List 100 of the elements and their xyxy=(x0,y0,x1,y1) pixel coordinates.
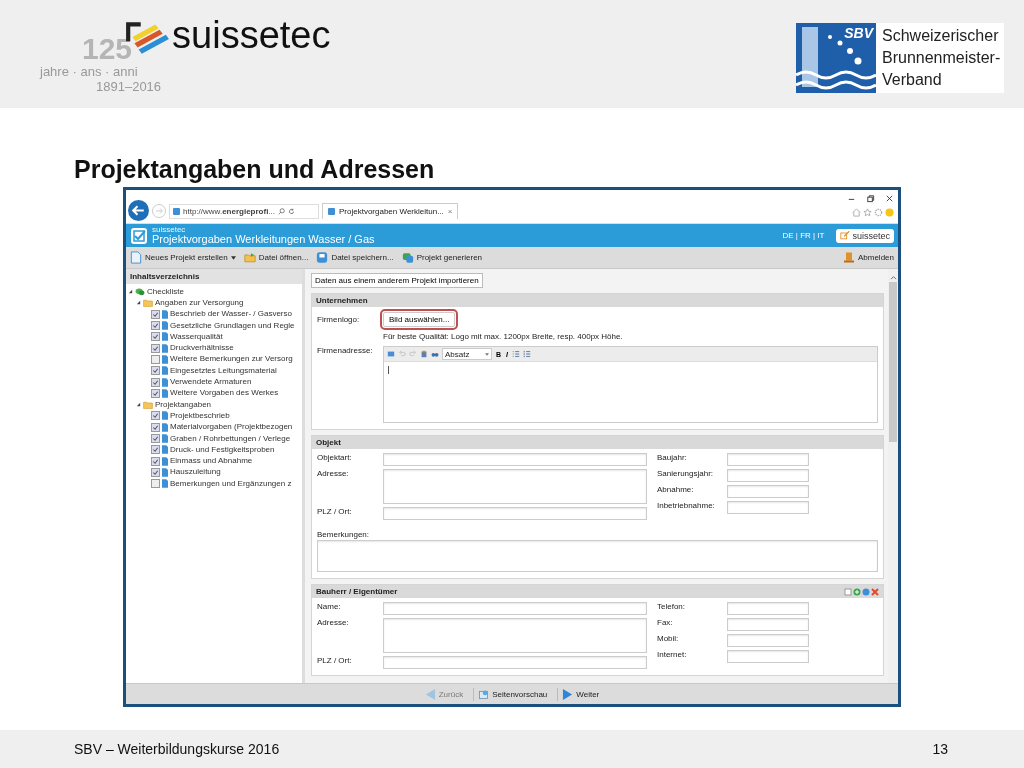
star-icon[interactable] xyxy=(863,208,872,217)
checkbox[interactable] xyxy=(151,377,160,387)
checkbox[interactable] xyxy=(151,422,160,432)
checkbox[interactable] xyxy=(151,411,160,421)
paste-icon[interactable] xyxy=(420,350,428,358)
field-label: Name: xyxy=(317,602,342,611)
format-dropdown[interactable]: Absatz xyxy=(442,348,492,360)
restore-icon[interactable] xyxy=(866,194,875,203)
address-field[interactable]: http://www.energieprofi... xyxy=(169,204,319,219)
caret-icon xyxy=(485,352,489,356)
toolbar-button[interactable]: Projekt generieren xyxy=(401,251,483,264)
tree-item[interactable]: Checkliste xyxy=(147,287,184,296)
field-label: Internet: xyxy=(657,650,688,659)
forward-button[interactable] xyxy=(152,204,166,218)
app-brand: suissetec xyxy=(152,226,187,234)
tree-item[interactable]: Weitere Bemerkungen zur Versorg xyxy=(170,355,293,364)
field-label: Baujahr: xyxy=(657,453,688,462)
close-icon[interactable] xyxy=(885,194,894,203)
input-field[interactable] xyxy=(383,602,647,615)
input-field[interactable] xyxy=(727,634,809,647)
tree-item[interactable]: Druckverhältnisse xyxy=(170,344,234,353)
text-cursor xyxy=(388,366,389,374)
binoculars-icon[interactable] xyxy=(431,350,439,358)
text-area[interactable] xyxy=(383,469,647,504)
tree-item[interactable]: Eingesetztes Leitungsmaterial xyxy=(170,366,277,375)
forward-arrow-icon xyxy=(562,687,574,701)
tree-item[interactable]: Weitere Vorgaben des Werkes xyxy=(170,389,279,398)
input-field[interactable] xyxy=(727,453,809,466)
tree-item[interactable]: Angaben zur Versorgung xyxy=(155,298,244,307)
input-field[interactable] xyxy=(383,453,647,466)
browser-tab[interactable]: Projektvorgaben Werkleitun... × xyxy=(322,203,459,219)
checkbox[interactable] xyxy=(151,479,160,489)
logo-caption: jahre · ans · anni xyxy=(40,64,138,79)
tree-item[interactable]: Projektangaben xyxy=(155,400,212,409)
delete-icon[interactable] xyxy=(871,587,879,596)
input-field[interactable] xyxy=(383,507,647,520)
toolbar-button[interactable]: Neues Projekt erstellen xyxy=(130,251,236,264)
checkbox[interactable] xyxy=(151,388,160,398)
checkbox[interactable] xyxy=(151,434,160,443)
navigation-button[interactable]: Weiter xyxy=(557,687,604,701)
collapse-arrow-icon[interactable] xyxy=(128,289,133,295)
close-tab-button[interactable]: × xyxy=(447,207,453,216)
checkbox[interactable] xyxy=(151,332,160,342)
back-button[interactable] xyxy=(128,200,149,221)
scroll-up-icon[interactable] xyxy=(889,275,897,280)
tree-item[interactable]: Wasserqualität xyxy=(170,332,223,341)
footer-text: SBV – Weiterbildungskurse 2016 xyxy=(74,741,280,757)
tree-item[interactable]: Projektbeschrieb xyxy=(170,411,230,420)
tree-item[interactable]: Einmass und Abnahme xyxy=(170,457,253,466)
import-button[interactable]: Daten aus einem anderem Projekt importieren xyxy=(311,273,483,288)
bullet-list-icon[interactable] xyxy=(512,350,520,358)
tree-item[interactable]: Verwendete Armaturen xyxy=(170,378,252,386)
search-icon[interactable] xyxy=(278,208,286,215)
checkbox[interactable] xyxy=(151,321,160,331)
folder-icon xyxy=(143,298,153,307)
choose-image-button[interactable]: Bild auswählen... xyxy=(383,312,456,327)
wordmark: suissetec xyxy=(172,16,331,54)
tree-item[interactable]: Druck- und Festigkeitsproben xyxy=(170,445,275,454)
tree-item[interactable]: Hauszuleitung xyxy=(170,468,221,477)
toolbar-button[interactable]: Datei speichern... xyxy=(316,251,394,264)
collapse-arrow-icon[interactable] xyxy=(136,300,141,306)
logout-button[interactable]: Abmelden xyxy=(842,251,894,264)
input-field[interactable] xyxy=(727,618,809,631)
input-field[interactable] xyxy=(727,602,809,615)
input-field[interactable] xyxy=(727,469,809,482)
checkbox[interactable] xyxy=(151,366,160,376)
checkbox[interactable] xyxy=(151,445,160,455)
field-label: Fax: xyxy=(657,618,674,627)
round-icon[interactable] xyxy=(862,587,870,596)
settings-icon[interactable] xyxy=(874,208,883,217)
input-field[interactable] xyxy=(727,650,809,663)
field-label: Bemerkungen: xyxy=(317,530,371,539)
tree-item[interactable]: Bemerkungen und Ergänzungen z xyxy=(170,479,292,488)
checkbox[interactable] xyxy=(151,343,160,353)
checkbox[interactable] xyxy=(151,456,160,466)
input-field[interactable] xyxy=(383,656,647,669)
collapse-arrow-icon[interactable] xyxy=(136,402,141,408)
field-label: Firmenadresse: xyxy=(317,346,374,355)
checkbox[interactable] xyxy=(151,354,160,364)
checkbox[interactable] xyxy=(151,467,160,477)
add-icon[interactable] xyxy=(853,587,861,596)
image-icon[interactable] xyxy=(387,350,395,358)
brand-button[interactable]: suissetec xyxy=(836,228,894,243)
tree-item[interactable]: Materialvorgaben (Projektbezogen xyxy=(170,423,293,432)
toolbar-button[interactable]: Datei öffnen... xyxy=(243,251,309,264)
association-name: Verband xyxy=(882,70,943,90)
page-icon[interactable] xyxy=(844,587,852,596)
refresh-icon[interactable] xyxy=(288,208,296,215)
home-icon[interactable] xyxy=(852,208,861,217)
tree-item[interactable]: Gesetzliche Grundlagen und Regle xyxy=(170,321,295,330)
numbered-list-icon[interactable] xyxy=(523,350,531,358)
tree-item[interactable]: Beschrieb der Wasser- / Gasverso xyxy=(170,310,292,319)
field-label: Adresse: xyxy=(317,469,350,478)
checkbox[interactable] xyxy=(151,309,160,319)
text-area[interactable] xyxy=(383,618,647,653)
text-area[interactable] xyxy=(317,540,878,572)
input-field[interactable] xyxy=(727,501,809,514)
input-field[interactable] xyxy=(727,485,809,498)
tree-item[interactable]: Graben / Rohrbettungen / Verlege xyxy=(170,434,291,443)
navigation-button[interactable]: Seitenvorschau xyxy=(473,687,552,701)
